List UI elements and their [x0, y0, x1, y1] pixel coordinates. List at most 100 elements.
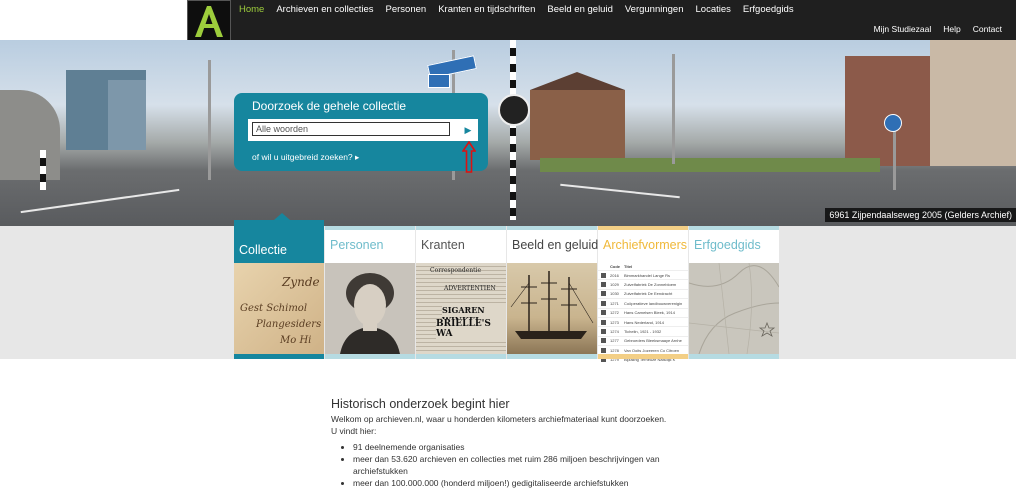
tile-label: Erfgoedgids [694, 238, 761, 252]
tile-image-handwriting: Zynde Gest Schimol Plangesiders Mo Hi [234, 263, 324, 354]
hero-road-marking [20, 188, 180, 214]
handwriting-text: Zynde [282, 275, 320, 289]
archive-list-header: Code Titel [598, 263, 688, 270]
handwriting-text: Mo Hi [280, 335, 312, 346]
archive-row-icon [601, 347, 606, 353]
hero-road-sign [884, 114, 902, 132]
newspaper-text: BRIELLE'S WA [436, 319, 506, 339]
archive-row-code: 1271 [610, 300, 619, 306]
search-input[interactable] [252, 122, 450, 136]
archive-row-code: 2016 [610, 272, 619, 278]
hero-office-building [108, 80, 146, 150]
nav-beeld-en-geluid[interactable]: Beeld en geluid [541, 0, 619, 20]
archive-row-code: 1274 [610, 329, 619, 335]
nav-help[interactable]: Help [937, 20, 966, 38]
nav-kranten-en-tijdschriften[interactable]: Kranten en tijdschriften [432, 0, 541, 20]
archive-list-row: 1272 Hans Carnelsen Bleek, 1914 [598, 307, 688, 317]
nav-archieven-en-collecties[interactable]: Archieven en collecties [270, 0, 379, 20]
archive-row-icon [601, 310, 606, 316]
tile-image-newspaper: Correspondentie ADVERTENTIEN SIGAREN WIN… [416, 263, 506, 354]
handwriting-text: Gest Schimol [240, 303, 308, 314]
logo-a-icon [195, 6, 223, 37]
nav-mijn-studiezaal[interactable]: Mijn Studiezaal [868, 20, 938, 38]
search-submit-button[interactable]: ▶ [461, 122, 475, 138]
intro-you-find: U vindt hier: [331, 426, 377, 436]
hero-grass [540, 158, 880, 172]
sailing-ship-photo [510, 271, 594, 339]
tile-collectie[interactable]: Collectie Zynde Gest Schimol Plangesider… [234, 213, 324, 359]
archive-row-icon [601, 329, 606, 335]
archive-row-title: Tichelin, 1921 - 1932 [624, 329, 662, 335]
archive-list-row: 1271 Coöperatieve landbouwvereniging [598, 298, 688, 307]
tile-label: Personen [330, 238, 384, 252]
tile-image-archive-list: Code Titel 2016 Bimmarkhandel Lange Rs 102… [598, 263, 688, 363]
intro-welcome: Welkom op archieven.nl, waar u honderden… [331, 414, 667, 424]
nav-vergunningen[interactable]: Vergunningen [619, 0, 690, 20]
archive-row-code: 1278 [610, 347, 619, 353]
archive-list-row: 2016 Bimmarkhandel Lange Rs [598, 270, 688, 279]
tile-beeld-en-geluid[interactable]: Beeld en geluid [507, 226, 599, 359]
newspaper-text: Correspondentie [430, 267, 482, 274]
active-tab-pointer [274, 213, 290, 220]
tile-label: Kranten [421, 238, 465, 252]
archive-row-icon [601, 338, 606, 344]
hero-bridge [0, 90, 60, 180]
nav-personen[interactable]: Personen [380, 0, 433, 20]
intro-heading: Historisch onderzoek begint hier [331, 397, 510, 411]
archive-list: Code Titel 2016 Bimmarkhandel Lange Rs 102… [598, 263, 688, 364]
tile-kranten[interactable]: Kranten Correspondentie ADVERTENTIEN SIG… [416, 226, 506, 359]
search-panel: Doorzoek de gehele collectie ▶ of wil u … [234, 93, 488, 171]
archive-row-code: 1030 [610, 291, 619, 297]
nav-contact[interactable]: Contact [967, 20, 1008, 38]
nav-locaties[interactable]: Locaties [690, 0, 737, 20]
navigation-bar: Home Archieven en collecties Personen Kr… [187, 0, 1016, 42]
tile-personen[interactable]: Personen [325, 226, 415, 359]
advanced-search-link[interactable]: of wil u uitgebreid zoeken? ▸ [252, 152, 359, 163]
archive-row-title: Bimmarkhandel Lange Rs [624, 272, 671, 278]
intro-bullet-list: 91 deelnemende organisaties meer dan 53.… [331, 441, 691, 489]
tile-label: Beeld en geluid [512, 238, 599, 252]
map-image [688, 262, 780, 355]
archive-list-row: 1030 Zuivelfabriek De Eendracht [598, 288, 688, 298]
nav-home[interactable]: Home [233, 0, 270, 20]
hero-townhouses [930, 40, 1016, 166]
sub-menu: Mijn Studiezaal Help Contact [868, 20, 1008, 38]
archive-list-row: 1273 Hans Nederland, 1914 [598, 316, 688, 326]
archive-row-title: Gebroeders Bleeksmaaye Arnhem [624, 338, 682, 344]
archive-row-title: Coöperatieve landbouwvereniging [624, 300, 682, 306]
handwriting-text: Plangesiders [256, 319, 322, 330]
hero-photo: 6961 Zijpendaalseweg 2005 (Gelders Archi… [0, 40, 1016, 226]
category-tiles: Collectie Zynde Gest Schimol Plangesider… [0, 213, 1016, 363]
site-logo[interactable] [187, 0, 231, 42]
search-title: Doorzoek de gehele collectie [252, 99, 407, 113]
archive-row-title: Van Ooits Jozeeren Co Citroen [624, 347, 680, 353]
archive-row-icon [601, 282, 606, 288]
intro-bullet: 91 deelnemende organisaties [353, 441, 691, 453]
nav-erfgoedgids[interactable]: Erfgoedgids [737, 0, 800, 20]
tile-bar [507, 354, 597, 359]
hero-bollard-pole [40, 150, 46, 190]
tile-bar [416, 354, 506, 359]
tile-image-sailing-ship [507, 263, 597, 354]
intro-bullet: meer dan 53.620 archieven en collecties … [353, 453, 691, 477]
archive-row-code: 1273 [610, 319, 619, 325]
tile-image-portrait [325, 263, 415, 354]
archive-row-icon [601, 319, 606, 325]
intro-section: Historisch onderzoek begint hier Welkom … [331, 397, 691, 489]
search-row: ▶ [248, 119, 478, 141]
archive-list-row: 1277 Gebroeders Bleeksmaaye Arnhem [598, 335, 688, 345]
hero-lamp-post [672, 54, 675, 164]
tile-label: Collectie [239, 243, 287, 257]
archive-list-row: 1029 Zuivelfabriek De Zonnebloem [598, 279, 688, 288]
hero-lamp-post [208, 60, 211, 180]
archive-row-title: Hans Carnelsen Bleek, 1914 [624, 310, 675, 316]
hero-bollard-pole [510, 40, 516, 220]
archive-row-icon [601, 272, 606, 278]
archive-row-title: Hans Nederland, 1914 [624, 319, 665, 325]
tile-erfgoedgids[interactable]: Erfgoedgids [688, 226, 780, 359]
archive-row-code: 1272 [610, 310, 619, 316]
tile-label: Archiefvormers [603, 238, 688, 252]
archive-row-icon [601, 291, 606, 297]
red-arrow-icon [462, 141, 476, 173]
tile-archiefvormers[interactable]: Archiefvormers Code Titel 2016 Bimmarkhan… [598, 226, 688, 363]
